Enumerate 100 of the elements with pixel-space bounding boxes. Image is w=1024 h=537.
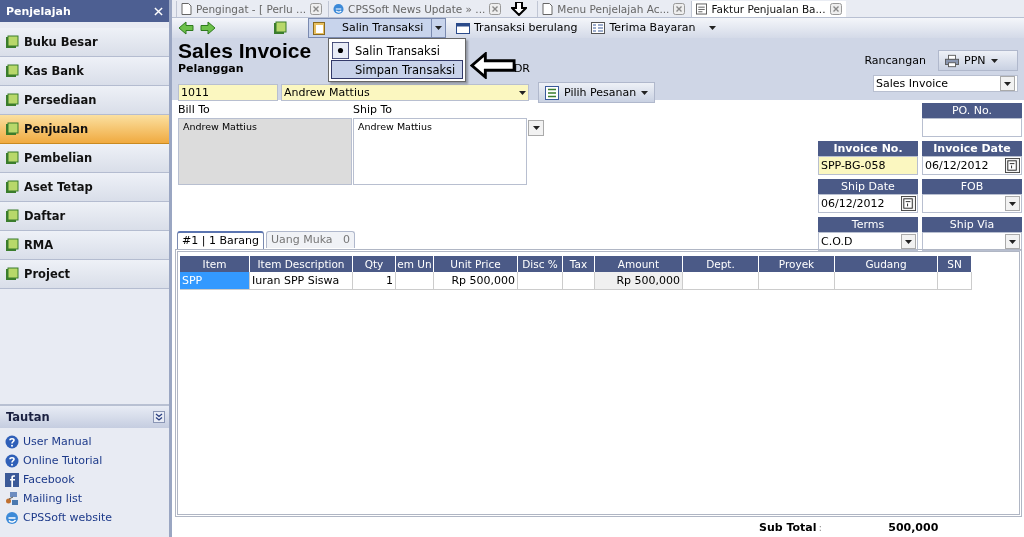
close-icon[interactable] <box>829 2 842 15</box>
document-tab[interactable]: Menu Penjelajah Ac... <box>537 0 690 17</box>
module-icon <box>5 122 19 136</box>
back-arrow-icon[interactable] <box>178 20 194 35</box>
field-header: FOB <box>922 179 1022 194</box>
caret-icon <box>519 90 526 95</box>
column-header: Disc % <box>518 256 563 272</box>
link[interactable]: Online Tutorial <box>23 454 103 467</box>
document-tab[interactable]: CPSSoft News Update » ... <box>328 0 536 17</box>
table-cell: Rp 500,000 <box>434 272 518 290</box>
close-icon[interactable] <box>310 2 323 15</box>
list-icon <box>545 85 559 100</box>
browser-icon <box>333 2 345 15</box>
currency-label: DR <box>513 62 530 75</box>
annotation-arrow-icon <box>470 52 516 79</box>
caret-icon <box>1009 201 1016 206</box>
link[interactable]: User Manual <box>23 435 92 448</box>
nav-item[interactable]: Persediaan <box>0 86 169 115</box>
dropdown-button[interactable] <box>528 120 544 136</box>
collapse-icon[interactable] <box>153 411 165 423</box>
field-header: Invoice Date <box>922 141 1022 156</box>
caret-icon[interactable] <box>709 25 717 30</box>
recurring-transaction-button[interactable]: Transaksi berulang <box>452 17 582 38</box>
help-icon <box>5 453 19 468</box>
module-icon <box>5 238 19 252</box>
receive-payment-button[interactable]: Terima Bayaran <box>587 17 700 38</box>
nav-item[interactable]: Pembelian <box>0 144 169 173</box>
links-header: Tautan <box>0 404 169 428</box>
table-cell <box>396 272 434 290</box>
subtotal-value: 500,000 <box>888 520 939 534</box>
nav-item[interactable]: Penjualan <box>0 115 169 144</box>
detail-tab[interactable]: Uang Muka 0 <box>265 231 356 248</box>
input-field[interactable]: C.O.D <box>818 232 918 251</box>
module-icon <box>5 93 19 107</box>
link[interactable]: CPSSoft website <box>23 511 113 524</box>
module-icon <box>5 267 19 281</box>
field-header: Terms <box>818 217 918 232</box>
field-header: Ship Date <box>818 179 918 194</box>
browser-icon <box>5 510 19 525</box>
nav-item[interactable]: Buku Besar <box>0 28 169 57</box>
document-tab[interactable]: Pengingat - [ Perlu ... <box>176 0 327 17</box>
subtotal-label: Sub Total <box>759 520 817 534</box>
caret-icon <box>641 90 649 95</box>
help-icon <box>5 434 19 449</box>
close-icon[interactable] <box>489 2 502 15</box>
copy-transaction-button[interactable]: Salin Transaksi <box>308 17 432 38</box>
field-label: Bill To <box>178 103 211 116</box>
form-title: Sales Invoice <box>178 40 312 62</box>
page-icon <box>542 2 554 15</box>
column-header: Proyek <box>759 256 835 272</box>
dropdown-button[interactable] <box>432 17 446 38</box>
detail-tab[interactable]: #1 | 1 Barang <box>177 231 264 249</box>
table-cell <box>518 272 563 290</box>
menu-item[interactable]: Salin Transaksi <box>331 41 463 60</box>
print-button[interactable]: PPN <box>938 50 1018 71</box>
annotation-arrow-icon <box>511 1 528 16</box>
input-field[interactable] <box>922 118 1022 137</box>
column-header: Dept. <box>683 256 759 272</box>
caret-icon <box>435 25 442 30</box>
module-icon <box>5 180 19 194</box>
table-cell <box>938 272 972 290</box>
nav-item[interactable]: Kas Bank <box>0 57 169 86</box>
bill-to-field[interactable]: Andrew Mattius <box>178 118 352 185</box>
customer-id-field[interactable]: 1011 <box>178 84 278 101</box>
module-icon <box>5 64 19 78</box>
ship-to-field[interactable]: Andrew Mattius <box>353 118 527 185</box>
menu-item[interactable]: Simpan Transaksi <box>331 60 463 79</box>
module-icon <box>5 151 19 165</box>
module-icon <box>5 35 19 49</box>
ledger-icon[interactable] <box>272 20 288 35</box>
caret-icon <box>990 58 998 63</box>
input-field[interactable]: 06/12/2012 <box>818 194 918 213</box>
link[interactable]: Facebook <box>23 473 75 486</box>
caret-icon <box>1009 239 1016 244</box>
nav-item[interactable]: Aset Tetap <box>0 173 169 202</box>
close-icon[interactable] <box>673 2 686 15</box>
input-field[interactable] <box>922 194 1022 213</box>
input-field[interactable] <box>922 232 1022 251</box>
field-label: Pelanggan <box>178 62 244 75</box>
form-icon <box>696 2 708 15</box>
nav-item[interactable]: RMA <box>0 231 169 260</box>
select-order-button[interactable]: Pilih Pesanan <box>538 82 656 103</box>
template-select[interactable]: Sales Invoice <box>873 75 1018 92</box>
nav-item[interactable]: Daftar <box>0 202 169 231</box>
document-tab[interactable]: Faktur Penjualan Ba... <box>691 0 846 17</box>
customer-select[interactable]: Andrew Mattius <box>281 84 529 101</box>
link[interactable]: Mailing list <box>23 492 82 505</box>
column-header: Gudang <box>835 256 938 272</box>
separator: : <box>818 520 823 534</box>
input-field[interactable]: 06/12/2012 <box>922 156 1022 175</box>
field-header: Invoice No. <box>818 141 918 156</box>
caret-icon <box>1004 81 1011 86</box>
input-field[interactable]: SPP-BG-058 <box>818 156 918 175</box>
column-header: Item Description <box>250 256 353 272</box>
caret-icon <box>905 239 912 244</box>
page-icon <box>181 2 192 15</box>
forward-arrow-icon[interactable] <box>200 20 216 35</box>
column-header: SN <box>938 256 972 272</box>
nav-item[interactable]: Project <box>0 260 169 289</box>
facebook-icon <box>5 472 19 487</box>
